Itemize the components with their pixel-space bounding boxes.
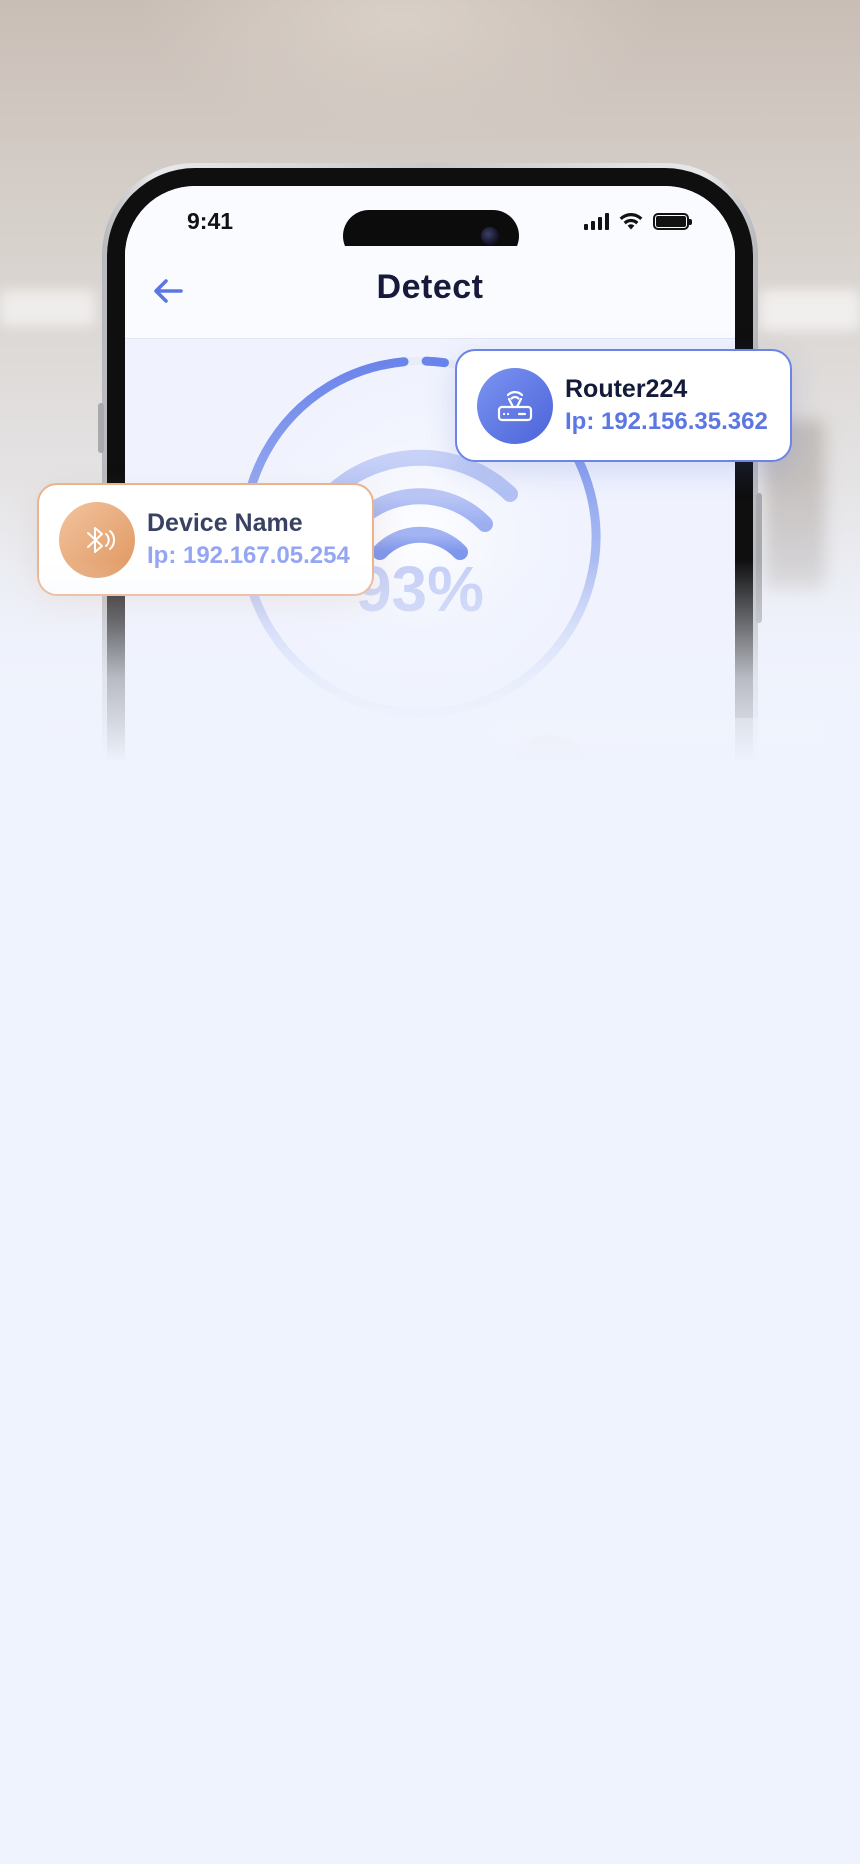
- progress-start-tick: [421, 356, 449, 368]
- background-shelf: [760, 290, 860, 330]
- device-info: Device Name Ip: 192.167.05.254: [147, 509, 350, 570]
- device-name: Router224: [565, 375, 688, 403]
- phone-mute-switch: [98, 403, 104, 453]
- camera-icon: [481, 227, 499, 245]
- device-name: Device Name: [147, 509, 303, 537]
- device-info: Unknown device Ip: 192.156.35.362: [600, 743, 803, 804]
- warning-icon: [533, 758, 567, 788]
- battery-level: [656, 215, 686, 227]
- device-avatar: [477, 367, 553, 444]
- battery-icon: [653, 212, 692, 230]
- cellular-signal-icon: [584, 212, 609, 230]
- device-card-router[interactable]: Router224 Ip: 192.156.35.362: [455, 349, 792, 462]
- device-info: Router224 Ip: 192.156.35.362: [565, 375, 768, 436]
- phone-power-button: [756, 493, 762, 623]
- navigation-bar: Detect: [125, 246, 735, 339]
- device-ip: Ip: 192.167.05.254: [147, 542, 350, 569]
- background-shelf: [0, 290, 95, 326]
- status-time: 9:41: [187, 208, 234, 234]
- status-icons: [584, 212, 692, 230]
- device-avatar: [59, 501, 135, 578]
- device-ip: Ip: 192.156.35.362: [565, 408, 768, 435]
- empty-background-area: [0, 800, 860, 1864]
- wifi-status-icon: [619, 213, 643, 230]
- device-name: Unknown device: [600, 742, 798, 771]
- router-icon: [497, 390, 533, 421]
- bluetooth-icon: [87, 526, 116, 553]
- device-card-bluetooth[interactable]: Device Name Ip: 192.167.05.254: [37, 483, 374, 596]
- page-title: Detect: [376, 268, 484, 306]
